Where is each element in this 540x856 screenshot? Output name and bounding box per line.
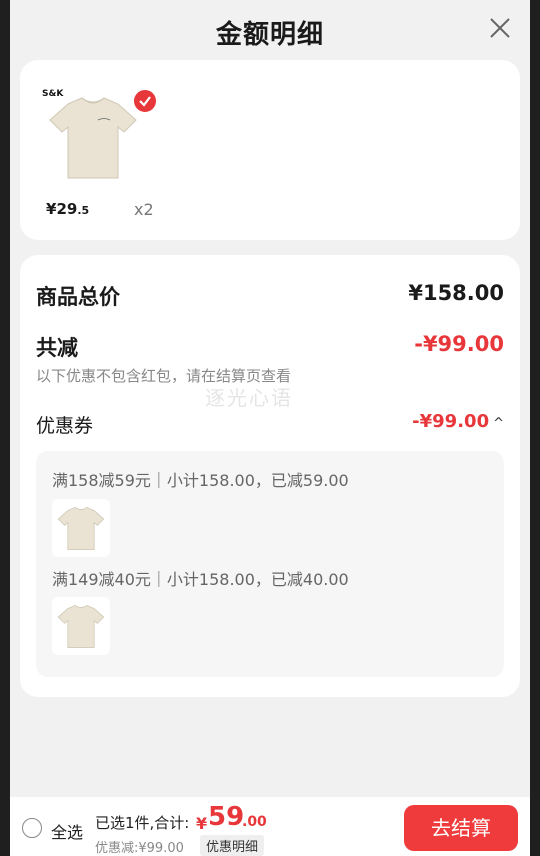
product-card: S&K ¥29.5 x2 bbox=[20, 60, 520, 240]
total-price-value: ¥158.00 bbox=[408, 281, 504, 305]
svg-text:S&K: S&K bbox=[42, 89, 64, 99]
product-quantity: x2 bbox=[134, 200, 154, 219]
select-all-label[interactable]: 全选 bbox=[51, 819, 83, 843]
product-price: ¥29.5 bbox=[46, 200, 90, 218]
coupon-item-title: 满158减59元｜小计158.00，已减59.00 bbox=[52, 471, 349, 490]
coupon-item-title: 满149减40元｜小计158.00，已减40.00 bbox=[52, 570, 349, 589]
watermark: 逐光心语 bbox=[205, 386, 293, 410]
discount-value: -¥99.00 bbox=[414, 332, 504, 356]
sheet-header: 金额明细 bbox=[10, 0, 530, 60]
sheet-title: 金额明细 bbox=[215, 20, 324, 50]
total-amount: 59 bbox=[208, 802, 245, 832]
coupon-value: -¥99.00 bbox=[412, 411, 490, 432]
selected-check-icon[interactable] bbox=[132, 88, 158, 114]
coupon-toggle[interactable]: -¥99.00 ^ bbox=[412, 411, 504, 432]
product-thumbnail[interactable]: S&K bbox=[38, 82, 158, 192]
chevron-up-icon: ^ bbox=[493, 416, 504, 431]
coupon-label: 优惠券 bbox=[36, 415, 94, 437]
total-decimal: .00 bbox=[242, 814, 267, 830]
discount-summary: 优惠减:¥99.00 bbox=[95, 841, 184, 856]
selected-summary: 已选1件,合计: bbox=[95, 814, 190, 832]
price-detail-card: 商品总价 ¥158.00 共减 -¥99.00 以下优惠不包含红包，请在结算页查… bbox=[20, 255, 520, 697]
select-all-radio[interactable] bbox=[22, 818, 42, 838]
total-price-label: 商品总价 bbox=[36, 285, 120, 309]
amount-detail-sheet: 金额明细 S&K ¥29.5 x2 商品总价 ¥158.00 共减 -¥99.0… bbox=[10, 0, 530, 856]
checkout-bar: 全选 已选1件,合计: ¥ 59 .00 优惠减:¥99.00 优惠明细 去结算 bbox=[10, 797, 530, 856]
checkout-button[interactable]: 去结算 bbox=[404, 805, 518, 851]
discount-label: 共减 bbox=[36, 336, 78, 360]
close-icon[interactable] bbox=[488, 16, 512, 40]
total-symbol: ¥ bbox=[196, 814, 208, 833]
coupon-item-thumbnail bbox=[52, 499, 110, 557]
tshirt-image bbox=[57, 604, 105, 649]
tshirt-image bbox=[57, 506, 105, 551]
coupon-item-thumbnail bbox=[52, 597, 110, 655]
coupon-list: 满158减59元｜小计158.00，已减59.00 满149减40元｜小计158… bbox=[36, 451, 504, 677]
discount-detail-button[interactable]: 优惠明细 bbox=[200, 835, 265, 856]
